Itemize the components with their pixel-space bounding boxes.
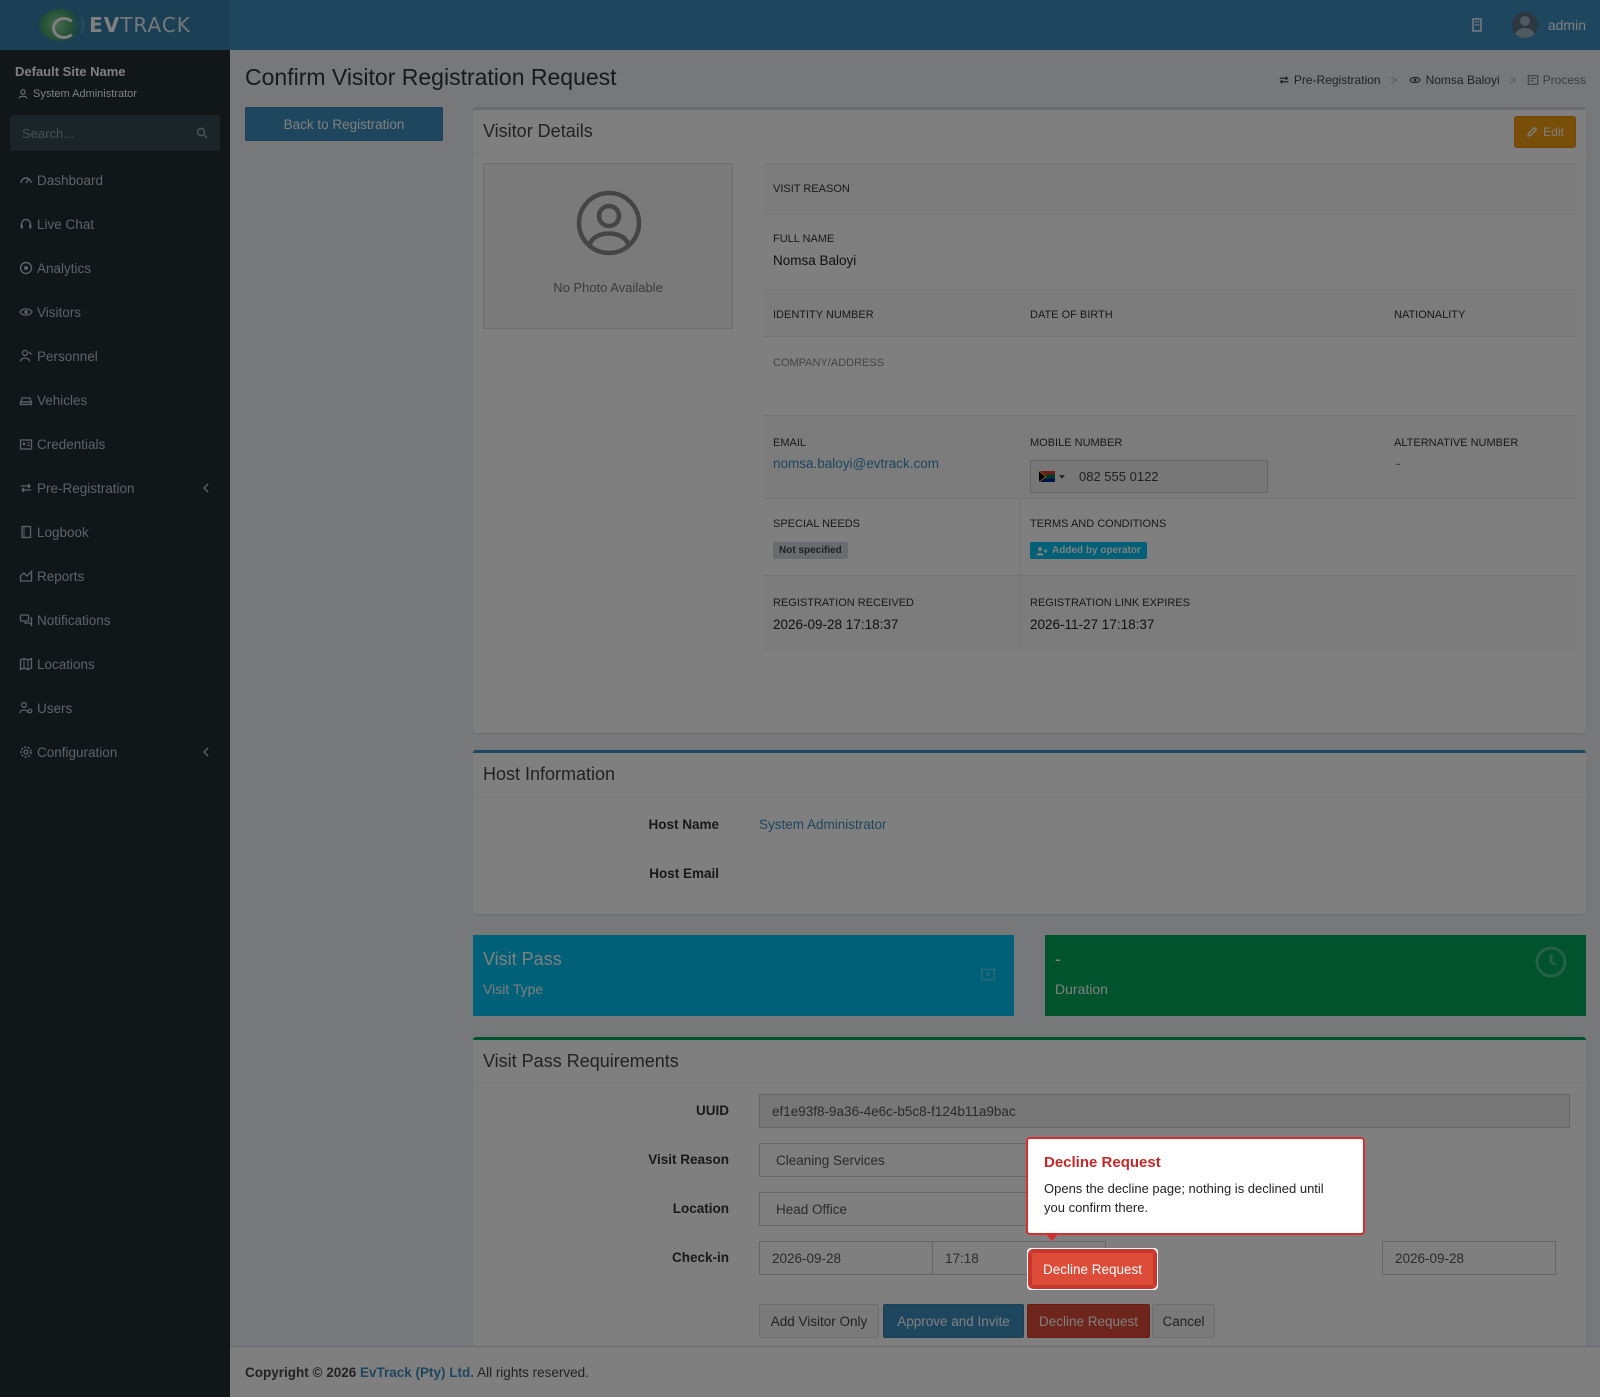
tooltip-body: Opens the decline page; nothing is decli… <box>1044 1181 1324 1215</box>
tooltip-title: Decline Request <box>1044 1154 1161 1171</box>
tour-tooltip: Decline Request Opens the decline page; … <box>1026 1137 1365 1241</box>
highlighted-decline-request-button[interactable]: Decline Request <box>1028 1249 1157 1289</box>
